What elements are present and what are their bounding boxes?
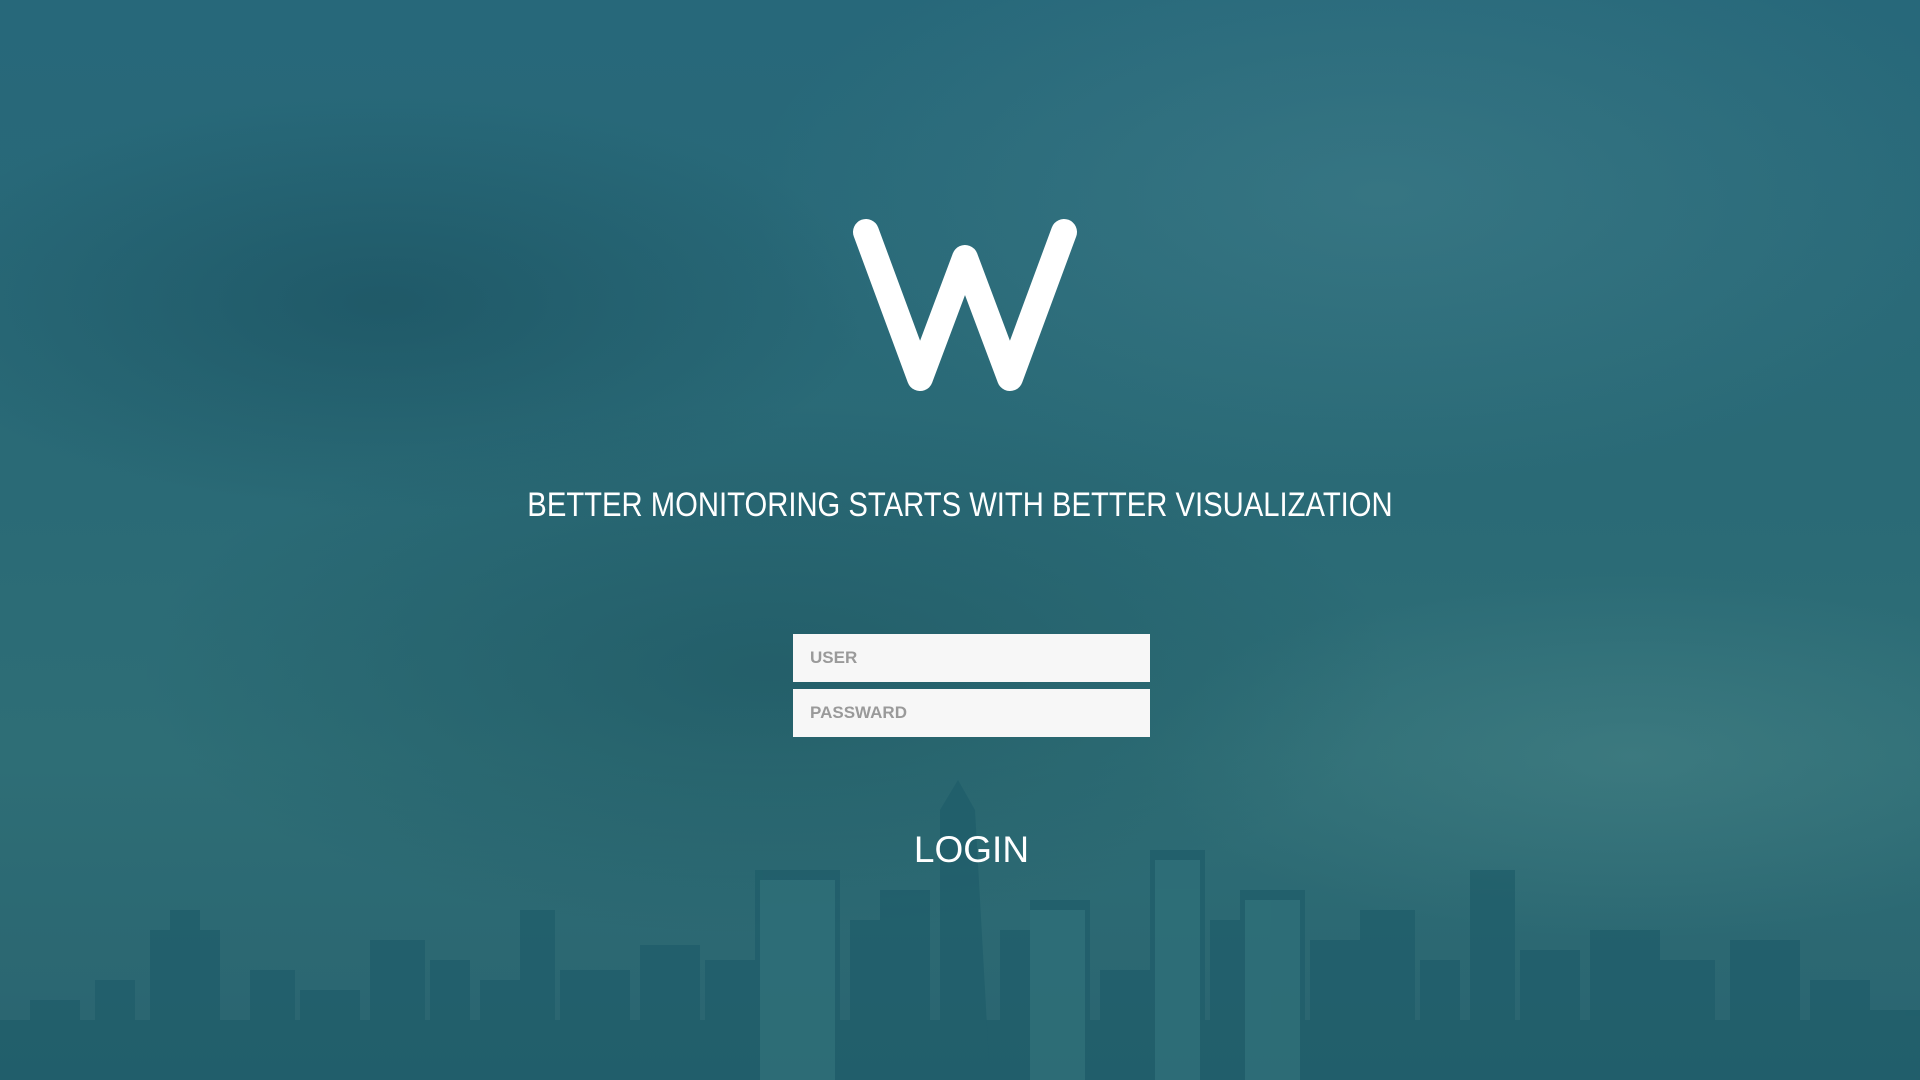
login-button[interactable]: LOGIN [860, 822, 1083, 878]
password-input[interactable] [793, 689, 1150, 737]
background-image [0, 0, 1920, 1080]
tagline: BETTER MONITORING STARTS WITH BETTER VIS… [527, 486, 1393, 524]
city-skyline-image [0, 780, 1920, 1080]
w-logo-icon [853, 219, 1077, 391]
user-input[interactable] [793, 634, 1150, 682]
